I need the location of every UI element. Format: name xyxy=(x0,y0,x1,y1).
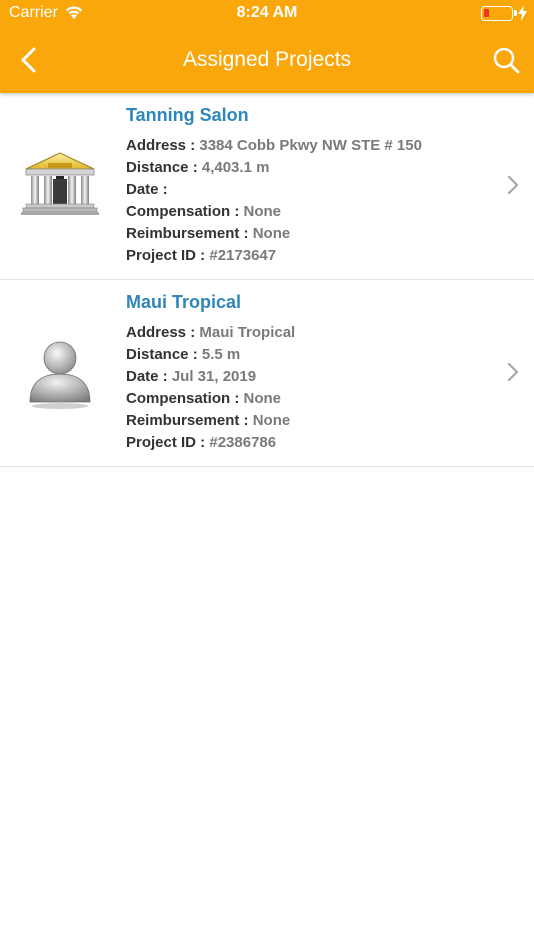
distance-line: Distance : 4,403.1 m xyxy=(126,159,270,176)
navigation-bar: Assigned Projects xyxy=(0,28,534,93)
distance-line: Distance : 5.5 m xyxy=(126,346,241,363)
address-line: Address : Maui Tropical xyxy=(126,324,296,341)
distance-value: 4,403.1 m xyxy=(201,159,270,176)
reimbursement-value: None xyxy=(252,412,291,429)
compensation-line: Compensation : None xyxy=(126,203,282,220)
project-id-line: Project ID : #2386786 xyxy=(126,434,277,451)
reimbursement-line: Reimbursement : None xyxy=(126,225,291,242)
distance-value: 5.5 m xyxy=(201,346,241,363)
reimbursement-line: Reimbursement : None xyxy=(126,412,291,429)
compensation-value: None xyxy=(243,390,282,407)
project-id-value: #2386786 xyxy=(209,434,277,451)
project-details: Address : Maui Tropical Distance : 5.5 m… xyxy=(126,322,295,454)
address-line: Address : 3384 Cobb Pkwy NW STE # 150 xyxy=(126,137,422,154)
date-line: Date : Jul 31, 2019 xyxy=(126,368,257,385)
status-bar: Carrier 8:24 AM xyxy=(0,0,534,28)
address-value: 3384 Cobb Pkwy NW STE # 150 xyxy=(199,137,422,154)
project-row[interactable]: Maui Tropical Address : Maui Tropical Di… xyxy=(0,280,534,467)
project-id-value: #2173647 xyxy=(209,247,277,264)
charging-bolt-icon xyxy=(518,5,527,21)
chevron-right-icon xyxy=(507,362,519,382)
status-time: 8:24 AM xyxy=(236,4,298,21)
project-name: Maui Tropical xyxy=(126,292,242,312)
compensation-line: Compensation : None xyxy=(126,390,282,407)
page-title: Assigned Projects xyxy=(182,48,352,71)
search-icon xyxy=(493,47,520,74)
bank-building-icon xyxy=(21,152,99,215)
project-details: Address : 3384 Cobb Pkwy NW STE # 150 Di… xyxy=(126,135,422,267)
chevron-right-icon xyxy=(507,175,519,195)
top-bar: Carrier 8:24 AM Assigned Projects xyxy=(0,0,534,93)
search-button[interactable] xyxy=(488,42,526,80)
project-id-line: Project ID : #2173647 xyxy=(126,247,277,264)
date-line: Date : xyxy=(126,181,168,198)
battery-level xyxy=(484,9,489,17)
battery-icon xyxy=(481,6,517,21)
user-avatar-icon xyxy=(29,341,91,409)
project-list: Tanning Salon Address : 3384 Cobb Pkwy N… xyxy=(0,93,534,467)
reimbursement-value: None xyxy=(252,225,291,242)
date-value: Jul 31, 2019 xyxy=(171,368,257,385)
project-name: Tanning Salon xyxy=(126,105,249,125)
compensation-value: None xyxy=(243,203,282,220)
project-row[interactable]: Tanning Salon Address : 3384 Cobb Pkwy N… xyxy=(0,93,534,280)
address-value: Maui Tropical xyxy=(199,324,296,341)
